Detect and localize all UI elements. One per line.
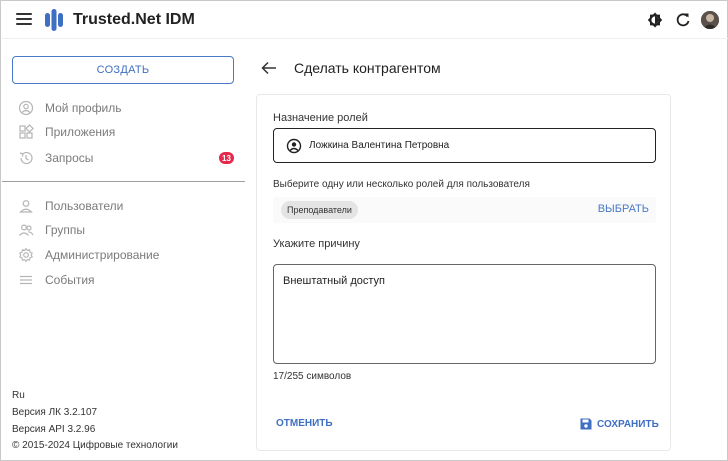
save-button-label: СОХРАНИТЬ bbox=[597, 418, 659, 430]
page-title: Сделать контрагентом bbox=[294, 60, 441, 76]
user-icon bbox=[19, 200, 33, 213]
settings-icon bbox=[19, 247, 33, 263]
sidebar-item-label: Администрирование bbox=[45, 248, 160, 262]
refresh-icon[interactable] bbox=[674, 11, 692, 29]
sidebar-item-label: События bbox=[45, 273, 95, 287]
roles-field: Преподаватели ВЫБРАТЬ bbox=[273, 197, 656, 223]
sidebar-item-users[interactable]: Пользователи bbox=[2, 195, 246, 217]
user-avatar[interactable] bbox=[701, 11, 719, 29]
history-icon bbox=[19, 151, 33, 165]
groups-icon bbox=[19, 224, 34, 236]
sidebar-item-apps[interactable]: Приложения bbox=[2, 121, 246, 143]
requests-count-badge: 13 bbox=[219, 152, 234, 164]
sidebar: СОЗДАТЬ Мой профиль Приложения Запросы 1… bbox=[2, 40, 246, 461]
version-lk: Версия ЛК 3.2.107 bbox=[12, 407, 98, 418]
back-arrow-icon[interactable] bbox=[261, 61, 277, 75]
profile-icon bbox=[18, 100, 34, 116]
reason-textarea[interactable]: Внештатный доступ bbox=[273, 264, 656, 364]
sidebar-item-events[interactable]: События bbox=[2, 269, 246, 291]
language-selector[interactable]: Ru bbox=[12, 390, 25, 401]
selected-user-name: Ложкина Валентина Петровна bbox=[309, 140, 450, 151]
app-header: Trusted.Net IDM bbox=[2, 2, 728, 39]
app-title: Trusted.Net IDM bbox=[73, 11, 195, 28]
app-logo bbox=[45, 9, 63, 31]
role-chip[interactable]: Преподаватели bbox=[281, 201, 358, 219]
cancel-button[interactable]: ОТМЕНИТЬ bbox=[276, 418, 333, 429]
sidebar-item-label: Группы bbox=[45, 223, 85, 237]
select-roles-button[interactable]: ВЫБРАТЬ bbox=[598, 203, 649, 215]
reason-value: Внештатный доступ bbox=[283, 275, 386, 287]
reason-label: Укажите причину bbox=[273, 238, 360, 250]
role-assignment-label: Назначение ролей bbox=[273, 112, 368, 124]
create-button[interactable]: СОЗДАТЬ bbox=[12, 56, 234, 84]
avatar-image bbox=[701, 11, 719, 29]
roles-label: Выберите одну или несколько ролей для по… bbox=[273, 179, 530, 190]
sidebar-item-my-profile[interactable]: Мой профиль bbox=[2, 97, 246, 119]
sidebar-item-label: Мой профиль bbox=[45, 101, 122, 115]
char-counter: 17/255 символов bbox=[273, 371, 352, 382]
sidebar-item-label: Запросы bbox=[45, 151, 94, 165]
version-api: Версия API 3.2.96 bbox=[12, 424, 96, 435]
events-icon bbox=[20, 275, 32, 285]
sidebar-item-label: Приложения bbox=[45, 125, 116, 139]
sidebar-item-requests[interactable]: Запросы 13 bbox=[2, 147, 246, 169]
save-icon bbox=[580, 418, 592, 430]
app-window: Trusted.Net IDM СОЗДАТЬ Мой профиль Прил… bbox=[0, 0, 728, 461]
sidebar-divider bbox=[2, 181, 245, 182]
sidebar-item-label: Пользователи bbox=[45, 199, 124, 213]
selected-user-field[interactable]: Ложкина Валентина Петровна bbox=[273, 128, 656, 163]
form-card: Назначение ролей Ложкина Валентина Петро… bbox=[256, 94, 671, 451]
menu-icon[interactable] bbox=[16, 13, 32, 27]
save-button[interactable]: СОХРАНИТЬ bbox=[580, 416, 659, 432]
sidebar-item-groups[interactable]: Группы bbox=[2, 219, 246, 241]
user-avatar-icon bbox=[286, 138, 302, 154]
theme-toggle-icon[interactable] bbox=[646, 11, 664, 29]
apps-icon bbox=[19, 124, 34, 139]
copyright: © 2015-2024 Цифровые технологии bbox=[12, 440, 178, 451]
sidebar-item-administration[interactable]: Администрирование bbox=[2, 244, 246, 266]
